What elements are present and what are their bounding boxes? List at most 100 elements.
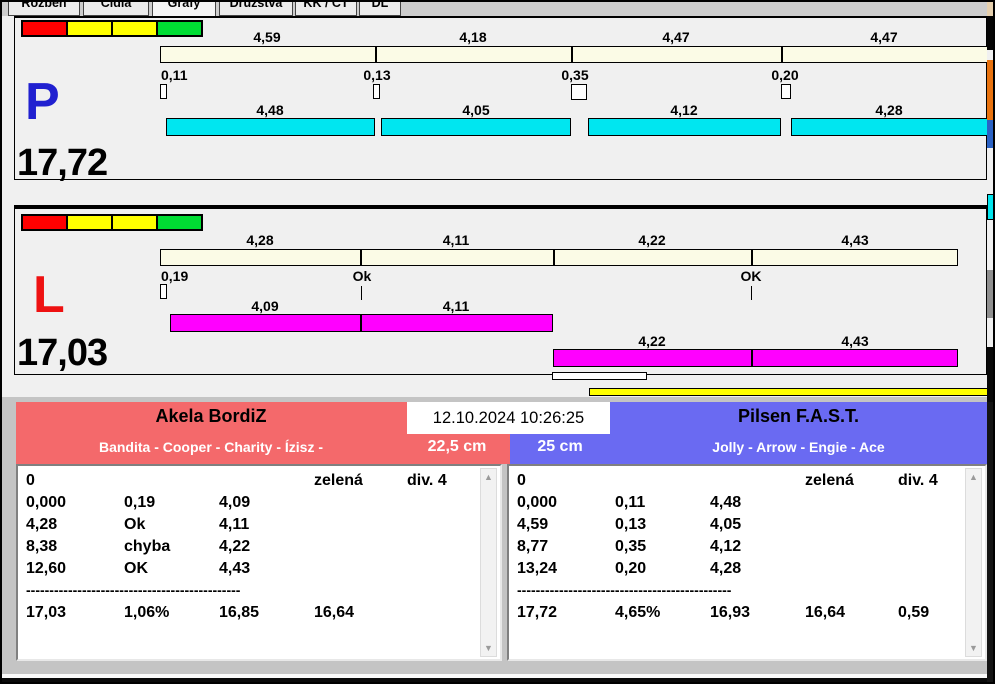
run-time-label: 4,05	[462, 102, 490, 118]
separator-line: ----------------------------------------…	[517, 582, 732, 598]
table-cell: 4,48	[710, 494, 742, 511]
team-name-left: Akela BordiZ	[155, 406, 267, 426]
scrollbar[interactable]: ▲ ▼	[965, 468, 982, 657]
run-time-label: 4,11	[442, 298, 470, 314]
table-cell: chyba	[124, 538, 171, 555]
results-table-left[interactable]: 0 zelená div. 4 0,000 0,19 4,09 4,28 Ok …	[16, 464, 502, 661]
desktop-fragment	[987, 16, 993, 50]
tab-druzstva[interactable]: Družstva	[219, 2, 293, 16]
desktop-icon-gray	[987, 270, 993, 318]
crossing-tick	[361, 286, 362, 300]
dog-names-right: Jolly - Arrow - Engie - Ace	[712, 439, 885, 455]
table-cell: 8,77	[517, 538, 549, 555]
run-time-label: 4,43	[841, 333, 869, 349]
crossing-marker	[373, 84, 380, 99]
lane-total-p: 17,72	[17, 142, 108, 184]
crossing-marker	[160, 84, 167, 99]
light-yellow2-icon	[111, 20, 158, 37]
dog-names-left: Bandita - Cooper - Charity - Ízisz -	[98, 439, 323, 455]
crossing-time-label: 0,13	[363, 67, 391, 83]
desktop-icon-cyan	[987, 194, 993, 220]
tab-grafy[interactable]: Grafy	[152, 2, 216, 16]
split-time-label: 4,28	[246, 232, 274, 248]
jump-height-left: 22,5 cm	[427, 438, 487, 455]
scoreboard: Akela BordiZ Bandita - Cooper - Charity …	[2, 397, 993, 674]
desktop-fragment	[987, 402, 993, 682]
rerun-marker-bar	[552, 372, 647, 380]
table-cell: OK	[124, 560, 148, 577]
run-number: 0	[517, 472, 526, 489]
run-bar-p	[791, 118, 988, 136]
tab-kk-ct[interactable]: KK / ČT	[295, 2, 357, 16]
total-net: 16,85	[219, 604, 260, 621]
total-diff: 0,59	[898, 604, 930, 621]
scroll-down-icon[interactable]: ▼	[481, 640, 496, 656]
run-time-label: 4,48	[256, 102, 284, 118]
lane-p-panel: 4,59 4,18 4,47 4,47 0,11 0,13 0,35 0,20 …	[14, 16, 988, 184]
split-time-label: 4,11	[442, 232, 470, 248]
crossing-time-label: 0,19	[161, 268, 189, 284]
total-net: 16,93	[710, 604, 751, 621]
table-cell: 4,11	[219, 516, 250, 533]
tab-dl[interactable]: DL	[359, 2, 401, 16]
table-cell: 0,19	[124, 494, 156, 511]
start-lights-p	[21, 20, 203, 37]
run-time-label: 4,28	[875, 102, 903, 118]
table-cell: 4,09	[219, 494, 251, 511]
total-best: 16,64	[314, 604, 355, 621]
run-time-label: 4,09	[251, 298, 279, 314]
desktop-strip	[987, 2, 993, 682]
table-cell: 0,11	[615, 494, 646, 511]
flyball-timer-window: Rozběh Čidla Grafy Družstva KK / ČT DL 4…	[0, 0, 995, 684]
scroll-up-icon[interactable]: ▲	[966, 469, 981, 485]
split-timeline-bar-l	[160, 249, 958, 266]
crossing-marker	[160, 284, 167, 299]
table-cell: 4,28	[26, 516, 58, 533]
crossing-marker	[571, 84, 587, 100]
results-table-right[interactable]: 0 zelená div. 4 0,000 0,11 4,48 4,59 0,1…	[507, 464, 987, 661]
light-yellow2-icon	[111, 214, 158, 231]
run-bar-l-row2	[553, 349, 958, 367]
desktop-icon-blue	[987, 120, 993, 148]
light-yellow1-icon	[66, 20, 113, 37]
lane-l-panel: 4,28 4,11 4,22 4,43 0,19 Ok OK L 4,09 4,…	[14, 205, 987, 375]
scroll-down-icon[interactable]: ▼	[966, 640, 981, 656]
table-cell: 0,000	[26, 494, 67, 511]
table-cell: 4,28	[710, 560, 742, 577]
tab-rozbeh[interactable]: Rozběh	[8, 2, 80, 16]
run-number: 0	[26, 472, 35, 489]
jump-height-right: 25 cm	[537, 438, 583, 455]
crossing-time-label: 0,20	[771, 67, 799, 83]
crossing-time-label: 0,11	[161, 67, 188, 83]
desktop-fragment	[987, 347, 993, 402]
total-time: 17,72	[517, 604, 558, 621]
crossing-status-label: OK	[740, 268, 762, 284]
scroll-up-icon[interactable]: ▲	[481, 469, 496, 485]
light-red-icon	[21, 20, 68, 37]
table-cell: 8,38	[26, 538, 58, 555]
table-cell: 4,22	[219, 538, 251, 555]
tab-cidla[interactable]: Čidla	[83, 2, 149, 16]
light-yellow1-icon	[66, 214, 113, 231]
in-progress-bar	[589, 388, 990, 396]
table-cell: 4,59	[517, 516, 549, 533]
crossing-marker	[781, 84, 791, 99]
light-status: zelená	[314, 472, 363, 489]
light-green-icon	[156, 214, 203, 231]
table-cell: 4,12	[710, 538, 742, 555]
lane-total-l: 17,03	[17, 332, 108, 374]
table-cell: 0,35	[615, 538, 647, 555]
table-cell: 12,60	[26, 560, 67, 577]
table-cell: Ok	[124, 516, 146, 533]
run-time-label: 4,22	[638, 333, 666, 349]
scrollbar[interactable]: ▲ ▼	[480, 468, 497, 657]
split-timeline-bar-p	[160, 46, 988, 63]
desktop-icon-orange	[987, 60, 993, 120]
total-pct: 1,06%	[124, 604, 170, 621]
table-cell: 13,24	[517, 560, 558, 577]
total-time: 17,03	[26, 604, 67, 621]
split-time-label: 4,59	[253, 29, 281, 45]
datetime-box: 12.10.2024 10:26:25	[407, 402, 610, 434]
run-bar-p	[166, 118, 375, 136]
start-lights-l	[21, 214, 203, 231]
